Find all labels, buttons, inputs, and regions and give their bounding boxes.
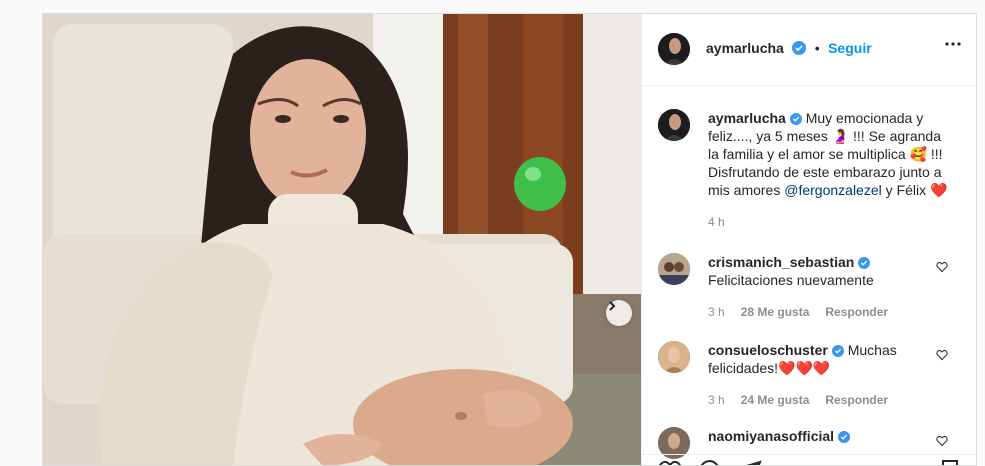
comment-icon[interactable] (698, 459, 722, 466)
avatar-image (658, 109, 690, 141)
comment-username[interactable]: naomiyanasofficial (708, 428, 834, 444)
share-icon[interactable] (738, 459, 762, 466)
instagram-post: aymarlucha • Seguir aymarlucha Muy emoci… (42, 13, 977, 466)
author-username[interactable]: aymarlucha (706, 40, 784, 56)
comment-avatar[interactable] (658, 253, 690, 285)
verified-badge-icon (838, 431, 851, 443)
heart-icon[interactable] (936, 435, 948, 447)
heart-icon[interactable] (936, 349, 948, 361)
verified-badge-icon (831, 345, 844, 357)
verified-badge-icon (858, 257, 871, 269)
heart-icon[interactable] (936, 261, 948, 273)
comment-username[interactable]: crismanich_sebastian (708, 254, 854, 270)
caption-username[interactable]: aymarlucha (708, 110, 786, 126)
comment-reply-button[interactable]: Responder (825, 393, 888, 407)
save-icon[interactable] (938, 459, 962, 466)
caption-tail: y Félix ❤️ (885, 182, 948, 198)
comment-meta: 3 h 24 Me gusta Responder (708, 391, 888, 409)
post-side-panel: aymarlucha • Seguir aymarlucha Muy emoci… (641, 14, 976, 466)
comment-username[interactable]: consueloschuster (708, 342, 828, 358)
caption-text-block: aymarlucha Muy emocionada y feliz...., y… (708, 109, 948, 231)
caption-avatar[interactable] (658, 109, 690, 141)
comment-body: crismanich_sebastian Felicitaciones nuev… (708, 253, 928, 289)
avatar-image (658, 341, 690, 373)
avatar-image (658, 253, 690, 285)
comment-time[interactable]: 3 h (708, 305, 725, 319)
avatar-image (658, 33, 690, 65)
post-photo[interactable] (43, 14, 641, 465)
verified-badge-icon (789, 113, 802, 125)
caption-time[interactable]: 4 h (708, 213, 948, 231)
comment-text: Felicitaciones nuevamente (708, 272, 874, 288)
comment-likes[interactable]: 28 Me gusta (741, 305, 810, 319)
author-avatar[interactable] (658, 33, 690, 65)
comment-likes[interactable]: 24 Me gusta (741, 393, 810, 407)
separator-dot: • (814, 40, 820, 56)
follow-button[interactable]: Seguir (828, 40, 872, 56)
next-arrow-icon (609, 301, 616, 311)
post-header: aymarlucha • Seguir (642, 14, 976, 86)
comment-reply-button[interactable]: Responder (825, 305, 888, 319)
verified-badge-icon (792, 41, 807, 55)
post-action-bar (642, 454, 976, 466)
photo-illustration (43, 14, 641, 465)
comment-body: naomiyanasofficial (708, 427, 928, 445)
caption-mention[interactable]: @fergonzalezel (784, 182, 882, 198)
comment-body: consueloschuster Muchas felicidades!❤️❤️… (708, 341, 928, 377)
next-image-button[interactable] (606, 300, 632, 326)
more-options-icon[interactable] (945, 42, 961, 46)
comment-time[interactable]: 3 h (708, 393, 725, 407)
comment-avatar[interactable] (658, 341, 690, 373)
comment-meta: 3 h 28 Me gusta Responder (708, 303, 888, 321)
heart-icon[interactable] (658, 459, 682, 466)
